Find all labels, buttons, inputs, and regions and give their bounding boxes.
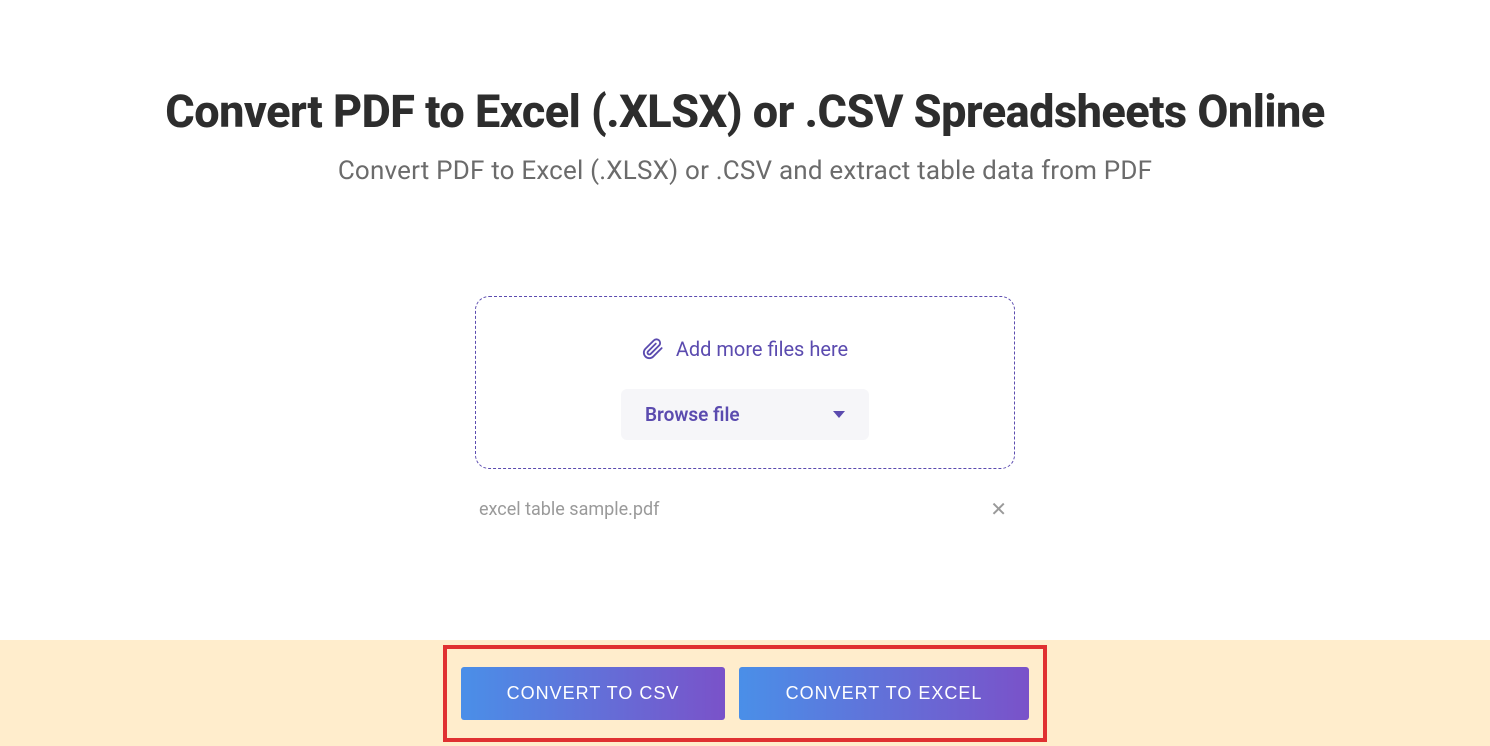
- page-subtitle: Convert PDF to Excel (.XLSX) or .CSV and…: [0, 156, 1490, 186]
- upload-dropzone[interactable]: Add more files here Browse file: [475, 296, 1015, 469]
- remove-file-button[interactable]: ✕: [986, 495, 1011, 523]
- convert-to-csv-button[interactable]: CONVERT TO CSV: [461, 667, 725, 720]
- paperclip-icon: [642, 338, 664, 360]
- conversion-action-bar: CONVERT TO CSV CONVERT TO EXCEL: [0, 640, 1490, 746]
- convert-to-excel-button[interactable]: CONVERT TO EXCEL: [739, 667, 1029, 720]
- highlight-annotation-box: CONVERT TO CSV CONVERT TO EXCEL: [443, 645, 1047, 742]
- page-title: Convert PDF to Excel (.XLSX) or .CSV Spr…: [0, 85, 1490, 138]
- browse-file-dropdown[interactable]: Browse file: [621, 389, 869, 440]
- header-section: Convert PDF to Excel (.XLSX) or .CSV Spr…: [0, 0, 1490, 186]
- add-more-files-link[interactable]: Add more files here: [496, 337, 994, 361]
- file-name: excel table sample.pdf: [479, 499, 659, 520]
- file-row: excel table sample.pdf ✕: [475, 495, 1015, 523]
- chevron-down-icon: [833, 411, 845, 418]
- add-more-files-label: Add more files here: [676, 337, 848, 361]
- browse-file-label: Browse file: [645, 403, 740, 426]
